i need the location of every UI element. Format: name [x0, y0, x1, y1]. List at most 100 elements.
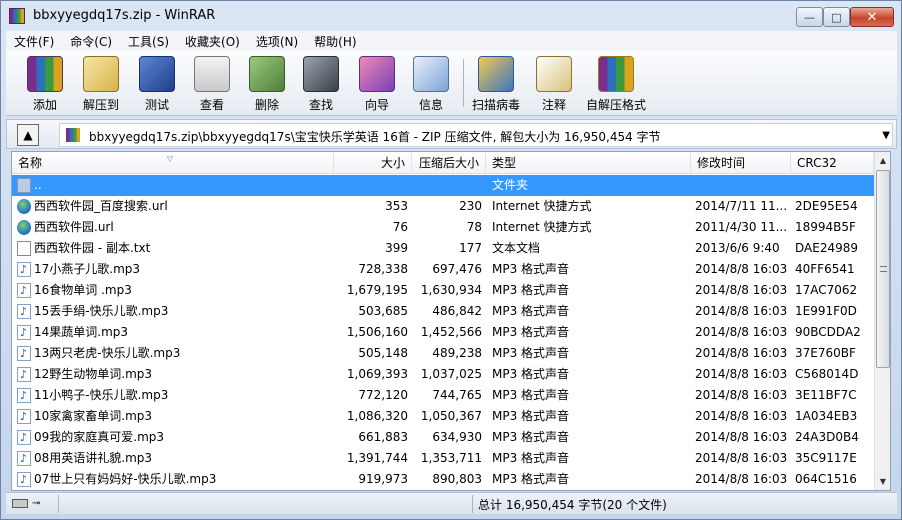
column-name[interactable]: 名称 ▽	[12, 152, 334, 174]
file-row[interactable]: .. 文件夹	[12, 175, 874, 196]
file-row[interactable]: 16食物单词 .mp3 1,679,195 1,630,934 MP3 格式声音 201…	[12, 280, 874, 301]
file-packed-size: 177	[459, 241, 482, 255]
mp3-file-icon	[17, 406, 31, 427]
file-row[interactable]: 14果蔬单词.mp3 1,506,160 1,452,566 MP3 格式声音 2014…	[12, 322, 874, 343]
file-row[interactable]: 西西软件园 - 副本.txt 399 177 文本文档 2013/6/6 9:40 DAE…	[12, 238, 874, 259]
virus-scan-icon	[478, 56, 514, 92]
file-name: 西西软件园.url	[34, 220, 114, 234]
virus-scan-button[interactable]: 扫描病毒	[469, 54, 523, 114]
file-type: MP3 格式声音	[492, 388, 570, 402]
menu-options[interactable]: 选项(N)	[248, 33, 306, 50]
file-type: MP3 格式声音	[492, 367, 570, 381]
minimize-button[interactable]: —	[796, 7, 823, 27]
mp3-file-icon	[17, 259, 31, 280]
file-modified: 2014/8/8 16:03	[695, 472, 787, 486]
file-row[interactable]: 11小鸭子-快乐儿歌.mp3 772,120 744,765 MP3 格式声音 2014…	[12, 385, 874, 406]
virus-scan-label: 扫描病毒	[471, 98, 520, 112]
find-button[interactable]: 查找	[294, 54, 348, 114]
file-size: 1,069,393	[346, 367, 408, 381]
close-button[interactable]: ✕	[850, 7, 894, 27]
winrar-app-icon	[9, 8, 25, 24]
file-name: 09我的家庭真可爱.mp3	[34, 430, 165, 444]
status-icons: ⊸	[12, 497, 52, 511]
file-crc32	[795, 175, 875, 196]
file-modified: 2014/8/8 16:03	[695, 262, 787, 276]
key-icon[interactable]: ⊸	[32, 498, 50, 509]
file-row[interactable]: 17小燕子儿歌.mp3 728,338 697,476 MP3 格式声音 2014/8/…	[12, 259, 874, 280]
file-modified: 2013/6/6 9:40	[695, 241, 780, 255]
wizard-icon	[359, 56, 395, 92]
info-label: 信息	[418, 98, 443, 112]
column-crc32[interactable]: CRC32	[791, 152, 874, 174]
wizard-button[interactable]: 向导	[350, 54, 404, 114]
delete-icon	[249, 56, 285, 92]
file-packed-size: 489,238	[432, 346, 482, 360]
file-type: Internet 快捷方式	[492, 220, 592, 234]
file-type: MP3 格式声音	[492, 472, 570, 486]
file-packed-size: 634,930	[432, 430, 482, 444]
column-size[interactable]: 大小	[334, 152, 412, 174]
drive-icon[interactable]	[12, 499, 28, 508]
file-modified: 2014/8/8 16:03	[695, 325, 787, 339]
mp3-file-icon	[17, 343, 31, 364]
file-modified: 2014/8/8 16:03	[695, 409, 787, 423]
file-type: MP3 格式声音	[492, 262, 570, 276]
folder-up-icon	[17, 178, 31, 193]
file-packed-size: 890,803	[432, 472, 482, 486]
info-button[interactable]: 信息	[404, 54, 458, 114]
file-row[interactable]: 15丢手绢-快乐儿歌.mp3 503,685 486,842 MP3 格式声音 2014…	[12, 301, 874, 322]
comment-button[interactable]: 注释	[527, 54, 581, 114]
file-modified: 2014/8/8 16:03	[695, 367, 787, 381]
column-modified[interactable]: 修改时间	[691, 152, 791, 174]
file-row[interactable]: 12野生动物单词.mp3 1,069,393 1,037,025 MP3 格式声音 20…	[12, 364, 874, 385]
scroll-up-icon[interactable]: ▲	[875, 152, 890, 169]
menu-help[interactable]: 帮助(H)	[306, 33, 364, 50]
file-modified: 2011/4/30 11...	[695, 220, 787, 234]
view-button[interactable]: 查看	[185, 54, 239, 114]
file-type: MP3 格式声音	[492, 325, 570, 339]
delete-button[interactable]: 删除	[240, 54, 294, 114]
file-crc32: 3E11BF7C	[795, 388, 857, 402]
add-button[interactable]: 添加	[18, 54, 72, 114]
maximize-button[interactable]: □	[823, 7, 850, 27]
mp3-file-icon	[17, 322, 31, 343]
file-crc32: DAE24989	[795, 241, 858, 255]
scroll-thumb[interactable]	[876, 170, 890, 368]
path-text: bbxyyegdq17s.zip\bbxyyegdq17s\宝宝快乐学英语 16…	[89, 130, 661, 144]
winrar-window: bbxyyegdq17s.zip - WinRAR — □ ✕ 文件(F) 命令…	[0, 0, 902, 520]
file-crc32: 24A3D0B4	[795, 430, 859, 444]
menu-tools[interactable]: 工具(S)	[120, 33, 177, 50]
info-icon	[413, 56, 449, 92]
extract-to-button[interactable]: 解压到	[74, 54, 128, 114]
file-row[interactable]: 09我的家庭真可爱.mp3 661,883 634,930 MP3 格式声音 2014/…	[12, 427, 874, 448]
file-row[interactable]: 西西软件园.url 76 78 Internet 快捷方式 2011/4/30 11..…	[12, 217, 874, 238]
scroll-down-icon[interactable]: ▼	[875, 473, 890, 490]
file-size: 353	[385, 199, 408, 213]
file-type: MP3 格式声音	[492, 346, 570, 360]
file-type: MP3 格式声音	[492, 409, 570, 423]
file-name: 14果蔬单词.mp3	[34, 325, 129, 339]
menu-file[interactable]: 文件(F)	[6, 33, 62, 50]
menu-commands[interactable]: 命令(C)	[62, 33, 120, 50]
mp3-file-icon	[17, 427, 31, 448]
file-row[interactable]: 08用英语讲礼貌.mp3 1,391,744 1,353,711 MP3 格式声音 20…	[12, 448, 874, 469]
vertical-scrollbar[interactable]: ▲ ▼	[874, 152, 890, 490]
file-crc32: 1E991F0D	[795, 304, 857, 318]
menu-favorites[interactable]: 收藏夹(O)	[177, 33, 248, 50]
comment-label: 注释	[541, 98, 566, 112]
up-folder-button[interactable]: ▲	[17, 124, 39, 146]
test-button[interactable]: 测试	[130, 54, 184, 114]
path-dropdown-icon[interactable]: ▼	[882, 130, 890, 141]
column-packed[interactable]: 压缩后大小	[412, 152, 486, 174]
path-field[interactable]: bbxyyegdq17s.zip\bbxyyegdq17s\宝宝快乐学英语 16…	[59, 123, 893, 147]
file-row[interactable]: 13两只老虎-快乐儿歌.mp3 505,148 489,238 MP3 格式声音 201…	[12, 343, 874, 364]
status-summary: 总计 16,950,454 字节(20 个文件)	[478, 498, 667, 512]
file-row[interactable]: 10家禽家畜单词.mp3 1,086,320 1,050,367 MP3 格式声音 20…	[12, 406, 874, 427]
sfx-button[interactable]: 自解压格式	[586, 54, 646, 114]
file-modified: 2014/8/8 16:03	[695, 388, 787, 402]
toolbar: 添加 解压到 测试 查看 删除 查找 向导 信息 扫描病毒 注释 自解压格式	[6, 51, 897, 116]
file-packed-size: 78	[466, 220, 482, 234]
file-row[interactable]: 西西软件园_百度搜索.url 353 230 Internet 快捷方式 2014/7/…	[12, 196, 874, 217]
file-row[interactable]: 07世上只有妈妈好-快乐儿歌.mp3 919,973 890,803 MP3 格式声音…	[12, 469, 874, 490]
column-type[interactable]: 类型	[486, 152, 691, 174]
